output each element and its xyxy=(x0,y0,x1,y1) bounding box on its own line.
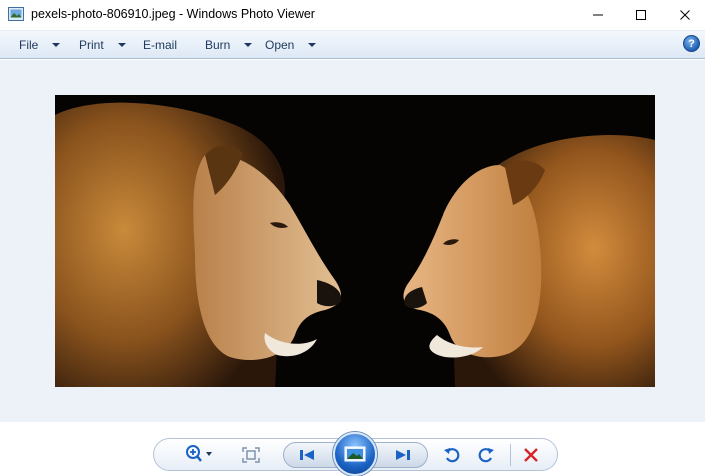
maximize-icon xyxy=(636,10,646,20)
delete-icon xyxy=(524,448,538,462)
close-button[interactable] xyxy=(662,0,705,30)
previous-button[interactable] xyxy=(292,444,322,466)
toolbar-divider xyxy=(510,444,511,466)
actual-size-button[interactable] xyxy=(240,444,262,466)
help-button[interactable]: ? xyxy=(683,35,700,52)
help-icon: ? xyxy=(688,37,695,50)
menu-print[interactable]: Print xyxy=(79,38,126,52)
maximize-button[interactable] xyxy=(618,0,664,30)
chevron-down-icon xyxy=(52,43,61,47)
menu-print-label: Print xyxy=(79,38,104,52)
zoom-button[interactable] xyxy=(182,442,216,466)
image-viewing-area xyxy=(0,60,705,422)
chevron-down-icon xyxy=(244,43,253,47)
zoom-icon xyxy=(186,445,212,462)
menu-open[interactable]: Open xyxy=(265,38,317,52)
chevron-down-icon xyxy=(308,43,317,47)
menu-burn-label: Burn xyxy=(205,38,231,52)
photo-viewer-app-icon xyxy=(8,7,24,21)
two-lions-facing-image xyxy=(55,95,655,387)
minimize-icon xyxy=(593,14,603,16)
menu-burn[interactable]: Burn xyxy=(205,38,253,52)
minimize-button[interactable] xyxy=(575,0,621,30)
menu-email[interactable]: E-mail xyxy=(143,38,177,52)
play-slideshow-button[interactable] xyxy=(333,432,377,476)
window-title: pexels-photo-806910.jpeg - Windows Photo… xyxy=(31,7,315,21)
previous-icon xyxy=(300,450,314,460)
control-bar xyxy=(0,422,705,476)
play-slideshow-icon xyxy=(344,446,366,462)
menu-file[interactable]: File xyxy=(19,38,61,52)
chevron-down-icon xyxy=(117,43,126,47)
rotate-clockwise-button[interactable] xyxy=(474,444,498,466)
displayed-photo[interactable] xyxy=(55,95,655,387)
menu-open-label: Open xyxy=(265,38,295,52)
rotate-counterclockwise-icon xyxy=(444,448,460,463)
rotate-counterclockwise-button[interactable] xyxy=(440,444,464,466)
title-bar: pexels-photo-806910.jpeg - Windows Photo… xyxy=(0,0,705,30)
menu-bar: File Print E-mail Burn Open xyxy=(0,30,705,59)
actual-size-icon xyxy=(242,447,260,463)
menu-email-label: E-mail xyxy=(143,38,178,52)
next-icon xyxy=(396,450,410,460)
close-icon xyxy=(680,10,690,20)
rotate-clockwise-icon xyxy=(478,448,494,463)
delete-button[interactable] xyxy=(520,444,542,466)
menu-file-label: File xyxy=(19,38,39,52)
next-button[interactable] xyxy=(388,444,418,466)
